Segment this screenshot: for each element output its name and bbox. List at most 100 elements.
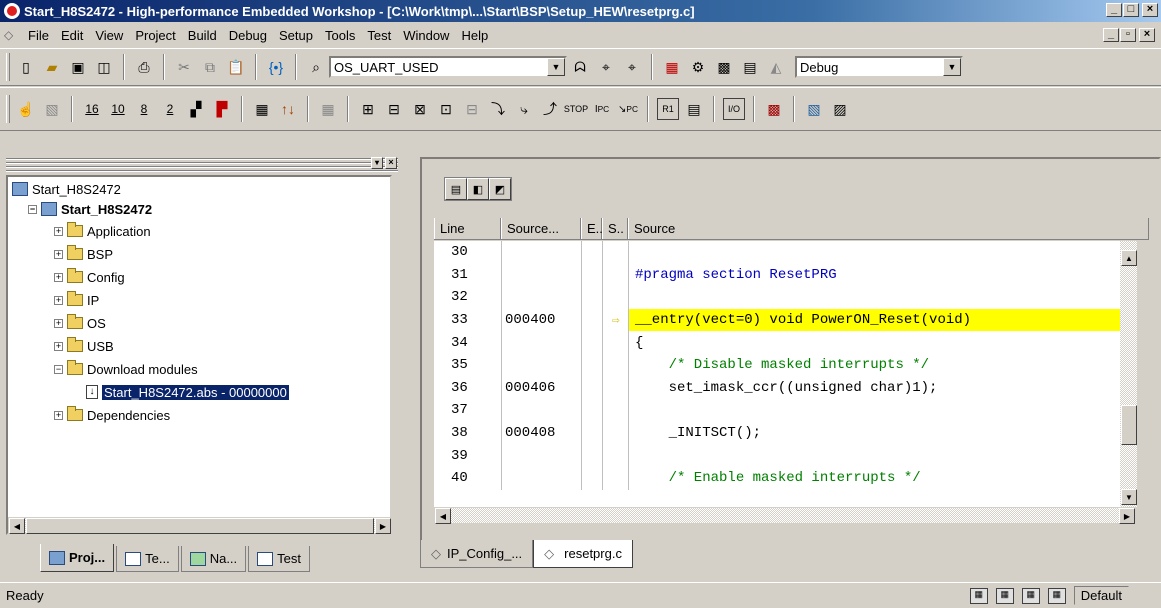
event-cell[interactable] xyxy=(581,263,602,287)
expand-icon[interactable]: + xyxy=(54,410,63,420)
paste-icon[interactable]: 📋 xyxy=(225,56,247,78)
step-over-icon[interactable]: ⊟ xyxy=(383,98,405,120)
source-mode-icon[interactable]: ▤ xyxy=(445,178,467,200)
window-icon[interactable]: ▤ xyxy=(683,98,705,120)
status-cell[interactable] xyxy=(602,263,628,287)
code-row[interactable]: 39 xyxy=(434,444,1120,467)
status-cell[interactable] xyxy=(602,286,628,309)
watch-icon[interactable]: ▞ xyxy=(185,98,207,120)
tree-folder-application[interactable]: + Application xyxy=(54,221,151,241)
scroll-thumb[interactable] xyxy=(26,518,374,534)
find-next-icon[interactable]: ⌖ xyxy=(595,56,617,78)
step-in-icon[interactable]: ⊞ xyxy=(357,98,379,120)
tree-folder-download-modules[interactable]: − Download modules xyxy=(54,359,198,379)
tree-folder-os[interactable]: + OS xyxy=(54,313,106,333)
braces-icon[interactable]: {•} xyxy=(265,56,287,78)
scroll-down-icon[interactable]: ▼ xyxy=(1121,489,1137,505)
column-e[interactable]: E.. xyxy=(581,218,603,239)
status-cell[interactable] xyxy=(602,467,628,490)
event-cell[interactable] xyxy=(581,399,602,422)
set-pc-icon[interactable]: I PC xyxy=(591,98,613,120)
code-row[interactable]: 36 000406 set_imask_ccr((unsigned char)1… xyxy=(434,376,1120,400)
status-cell[interactable] xyxy=(602,376,628,400)
event-cell[interactable] xyxy=(581,308,602,332)
reset-go-icon[interactable]: ⤴ xyxy=(539,98,561,120)
hex-16-icon[interactable]: 16 xyxy=(81,98,103,120)
tree-folder-config[interactable]: + Config xyxy=(54,267,125,287)
menu-edit[interactable]: Edit xyxy=(55,28,89,43)
step-disabled-icon[interactable]: ⊟ xyxy=(461,98,483,120)
code-row[interactable]: 37 xyxy=(434,399,1120,422)
config-combo[interactable]: Debug ▼ xyxy=(795,56,963,78)
code-row[interactable]: 38 000408 _INITSCT(); xyxy=(434,421,1120,445)
tree-root[interactable]: Start_H8S2472 xyxy=(12,179,121,199)
column-s[interactable]: S.. xyxy=(602,218,628,239)
code-row[interactable]: 40 /* Enable masked interrupts */ xyxy=(434,467,1120,490)
doc-close-button[interactable]: × xyxy=(1139,28,1155,42)
memory-icon[interactable]: ▦ xyxy=(251,98,273,120)
save-icon[interactable]: ▣ xyxy=(67,56,89,78)
minimize-button[interactable]: _ xyxy=(1106,3,1122,17)
tree-project[interactable]: − Start_H8S2472 xyxy=(28,199,152,219)
step-out-icon[interactable]: ⊠ xyxy=(409,98,431,120)
tree-folder-dependencies[interactable]: + Dependencies xyxy=(54,405,170,425)
document-icon[interactable]: ◇ xyxy=(4,28,20,42)
trace-icon[interactable]: ▨ xyxy=(829,98,851,120)
find-icon[interactable]: ᗣ xyxy=(569,56,591,78)
scroll-right-icon[interactable]: ▶ xyxy=(375,518,391,534)
bin-2-icon[interactable]: 2 xyxy=(159,98,181,120)
replace-icon[interactable]: ⌖ xyxy=(621,56,643,78)
menu-view[interactable]: View xyxy=(89,28,129,43)
code-row[interactable]: 30 xyxy=(434,241,1120,264)
new-file-icon[interactable]: ▯ xyxy=(15,56,37,78)
display-pc-icon[interactable]: ↘ PC xyxy=(617,98,639,120)
collapse-icon[interactable]: − xyxy=(54,364,63,374)
stop-icon[interactable]: STOP xyxy=(564,98,588,120)
menu-debug[interactable]: Debug xyxy=(223,28,273,43)
tab-templates[interactable]: Te... xyxy=(116,546,179,572)
expand-icon[interactable]: + xyxy=(54,341,63,351)
event-cell[interactable] xyxy=(581,241,602,264)
status-grid-icon[interactable]: ▦ xyxy=(1047,587,1066,604)
editor-horizontal-scrollbar[interactable] xyxy=(434,507,1136,524)
r1-icon[interactable]: R1 xyxy=(657,98,679,120)
disabled-icon[interactable]: ▧ xyxy=(41,98,63,120)
expand-icon[interactable]: + xyxy=(54,318,63,328)
column-line[interactable]: Line xyxy=(434,218,501,239)
event-cell[interactable] xyxy=(581,467,602,490)
menu-file[interactable]: File xyxy=(22,28,55,43)
tab-ip-config[interactable]: ◇ IP_Config_... xyxy=(420,540,534,568)
scroll-up-icon[interactable]: ▲ xyxy=(1121,250,1137,266)
status-grid-icon[interactable]: ▦ xyxy=(995,587,1014,604)
oct-8-icon[interactable]: 8 xyxy=(133,98,155,120)
stop-build-icon[interactable]: ▤ xyxy=(739,56,761,78)
event-cell[interactable] xyxy=(581,331,602,354)
event-cell[interactable] xyxy=(581,354,602,377)
disassembly-mode-icon[interactable]: ◩ xyxy=(489,178,511,200)
status-cell[interactable] xyxy=(602,399,628,422)
menu-tools[interactable]: Tools xyxy=(319,28,361,43)
watch-red-icon[interactable]: ▛ xyxy=(211,98,233,120)
io-icon[interactable]: I/O xyxy=(723,98,745,120)
menu-window[interactable]: Window xyxy=(397,28,455,43)
menu-setup[interactable]: Setup xyxy=(273,28,319,43)
doc-minimize-button[interactable]: _ xyxy=(1103,28,1119,42)
maximize-button[interactable]: □ xyxy=(1123,3,1139,17)
pc-arrow-icon[interactable]: ⇨ xyxy=(602,308,628,332)
code-area[interactable]: 30 31 #pragma section ResetPRG 32 33 000… xyxy=(434,241,1120,507)
event-cell[interactable] xyxy=(581,421,602,445)
doc-restore-button[interactable]: ▫ xyxy=(1120,28,1136,42)
batch-build-icon[interactable]: ◭ xyxy=(765,56,787,78)
tab-projects[interactable]: Proj... xyxy=(40,544,115,572)
dec-10-icon[interactable]: 10 xyxy=(107,98,129,120)
code-row-current[interactable]: 33 000400 ⇨ __entry(vect=0) void PowerON… xyxy=(434,308,1120,332)
close-button[interactable]: × xyxy=(1142,3,1158,17)
hand-icon[interactable]: ☝ xyxy=(15,98,37,120)
menu-project[interactable]: Project xyxy=(129,28,181,43)
menu-test[interactable]: Test xyxy=(361,28,397,43)
step-icon[interactable]: ⊡ xyxy=(435,98,457,120)
search-combo[interactable]: OS_UART_USED ▼ xyxy=(329,56,567,78)
session-label[interactable]: Default xyxy=(1073,586,1129,605)
code-row[interactable]: 32 xyxy=(434,286,1120,309)
scroll-left-icon[interactable]: ◀ xyxy=(435,508,451,524)
